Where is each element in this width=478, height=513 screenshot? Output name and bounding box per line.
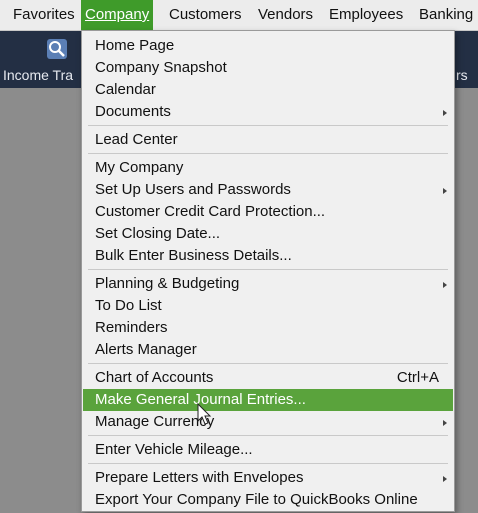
menu-item[interactable]: Bulk Enter Business Details... — [83, 245, 453, 267]
income-tracker-label[interactable]: Income Tra — [3, 67, 73, 83]
menu-item[interactable]: Documents — [83, 101, 453, 123]
menu-company[interactable]: Company — [81, 0, 154, 30]
menu-item-label: Bulk Enter Business Details... — [95, 247, 292, 264]
menu-item-label: Prepare Letters with Envelopes — [95, 469, 304, 486]
menu-item[interactable]: My Company — [83, 157, 453, 179]
menu-item-label: My Company — [95, 159, 184, 176]
menu-item[interactable]: Reminders — [83, 317, 453, 339]
menu-item-label: Set Closing Date... — [95, 225, 221, 242]
magnifier-icon[interactable] — [46, 38, 68, 60]
menu-item-label: Home Page — [95, 37, 175, 54]
menu-separator — [88, 363, 448, 364]
menu-item-label: Documents — [95, 103, 171, 120]
menu-item-label: Export Your Company File to QuickBooks O… — [95, 491, 418, 508]
submenu-arrow-icon — [443, 476, 447, 482]
company-menu-dropdown: Home Page Company Snapshot Calendar Documen… — [81, 30, 455, 512]
menu-item[interactable]: Export Your Company File to QuickBooks O… — [83, 489, 453, 511]
menu-item[interactable]: To Do List — [83, 295, 453, 317]
menu-customers[interactable]: Customers — [165, 0, 246, 30]
menu-item[interactable]: Enter Vehicle Mileage... — [83, 439, 453, 461]
menu-item[interactable]: Alerts Manager — [83, 339, 453, 361]
menu-item[interactable]: Manage Currency — [83, 411, 453, 433]
submenu-arrow-icon — [443, 420, 447, 426]
menu-item-label: Chart of Accounts — [95, 369, 214, 386]
menu-separator — [88, 435, 448, 436]
menu-item[interactable]: Company Snapshot — [83, 57, 453, 79]
menu-item[interactable]: Home Page — [83, 35, 453, 57]
menu-separator — [88, 269, 448, 270]
iconbar-right-label[interactable]: rs — [456, 67, 468, 83]
submenu-arrow-icon — [443, 282, 447, 288]
menu-item[interactable]: Set Up Users and Passwords — [83, 179, 453, 201]
menu-company-label: Company — [85, 6, 150, 23]
submenu-arrow-icon — [443, 188, 447, 194]
menu-banking[interactable]: Banking — [415, 0, 477, 30]
menu-item[interactable]: Prepare Letters with Envelopes — [83, 467, 453, 489]
menu-favorites[interactable]: Favorites — [9, 0, 79, 30]
menu-separator — [88, 463, 448, 464]
menu-item-label: Company Snapshot — [95, 59, 227, 76]
menu-item-label: Planning & Budgeting — [95, 275, 240, 292]
menu-item-label: Lead Center — [95, 131, 178, 148]
menu-item[interactable]: Customer Credit Card Protection... — [83, 201, 453, 223]
menu-item-label: Customer Credit Card Protection... — [95, 203, 326, 220]
submenu-arrow-icon — [443, 110, 447, 116]
mouse-cursor-icon — [197, 403, 212, 425]
menu-item[interactable]: Calendar — [83, 79, 453, 101]
menu-item[interactable]: Chart of Accounts Ctrl+A — [83, 367, 453, 389]
menu-item-label: To Do List — [95, 297, 162, 314]
menu-item[interactable]: Make General Journal Entries... — [83, 389, 453, 411]
menu-item-label: Calendar — [95, 81, 156, 98]
menu-item-shortcut: Ctrl+A — [396, 369, 439, 386]
menu-employees[interactable]: Employees — [325, 0, 407, 30]
menu-separator — [88, 125, 448, 126]
menu-item[interactable]: Planning & Budgeting — [83, 273, 453, 295]
menu-separator — [88, 153, 448, 154]
menu-item-label: Reminders — [95, 319, 168, 336]
menu-item-label: Set Up Users and Passwords — [95, 181, 291, 198]
menu-vendors[interactable]: Vendors — [254, 0, 317, 30]
menu-item[interactable]: Lead Center — [83, 129, 453, 151]
menu-item-label: Alerts Manager — [95, 341, 197, 358]
menu-item[interactable]: Set Closing Date... — [83, 223, 453, 245]
menu-bar: Favorites Company Customers Vendors Empl… — [0, 0, 478, 31]
menu-item-label: Enter Vehicle Mileage... — [95, 441, 253, 458]
